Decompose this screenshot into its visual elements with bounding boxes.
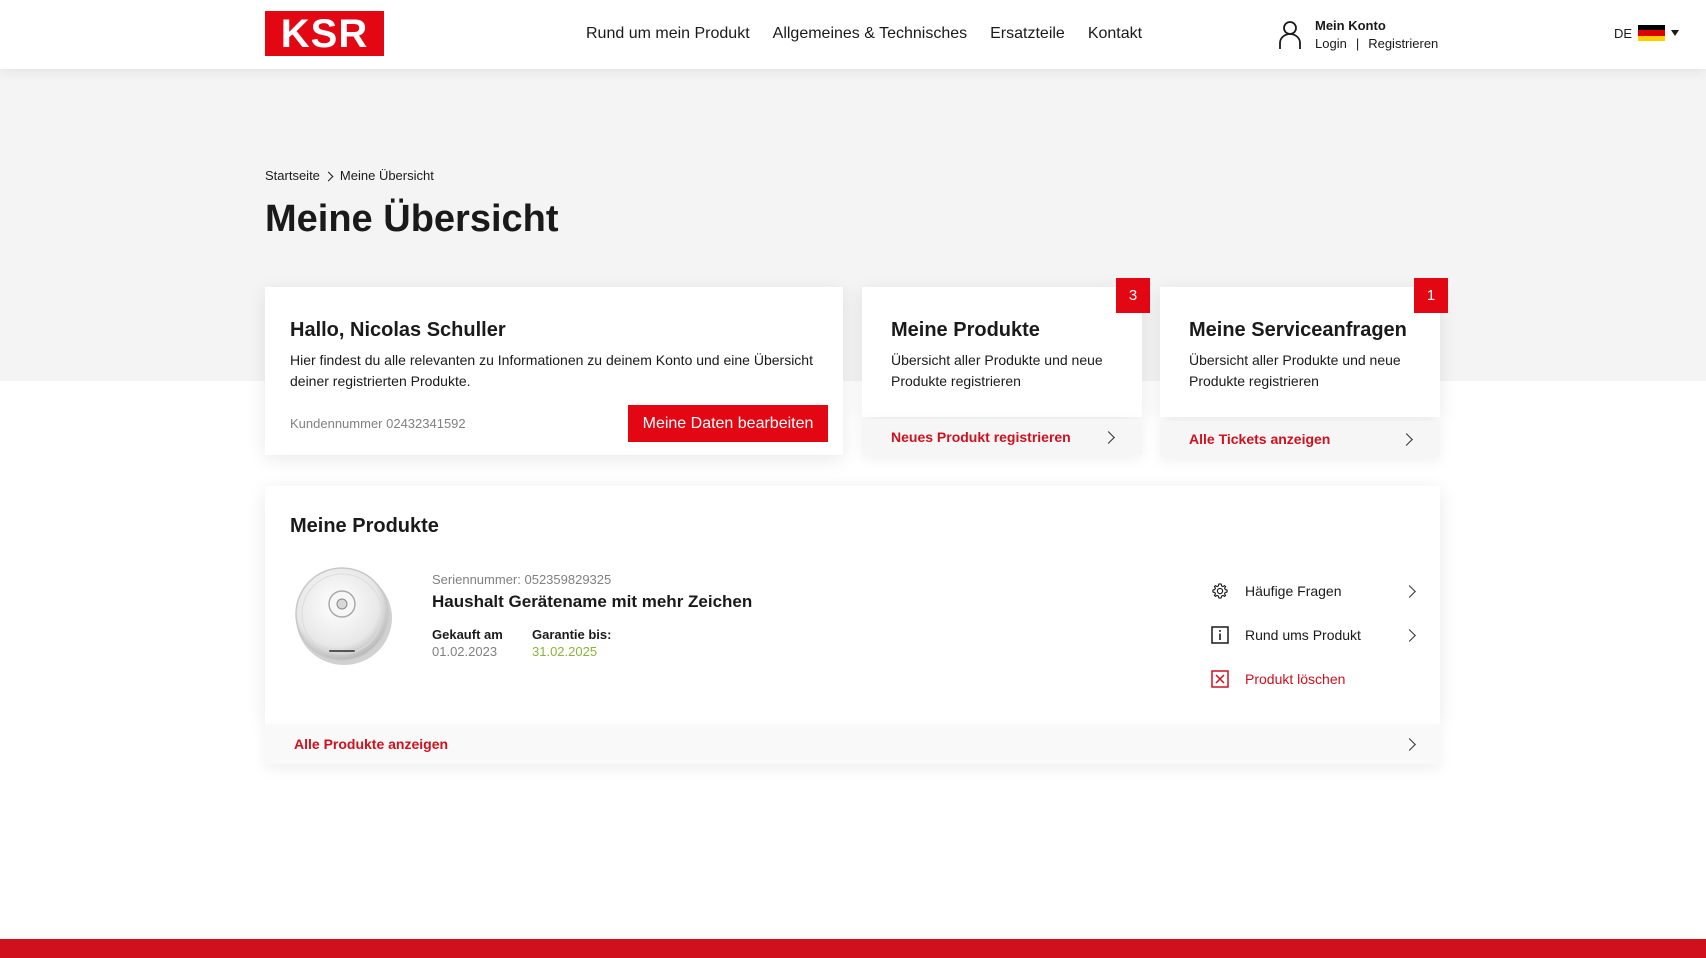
product-name: Haushalt Gerätename mit mehr Zeichen bbox=[432, 592, 753, 611]
register-product-link[interactable]: Neues Produkt registrieren bbox=[891, 429, 1071, 446]
gear-icon bbox=[1210, 581, 1230, 601]
faq-label: Häufige Fragen bbox=[1245, 583, 1342, 599]
nav-item-kontakt[interactable]: Kontakt bbox=[1088, 24, 1142, 44]
product-serial-number: Seriennummer: 052359829325 bbox=[432, 572, 612, 587]
chevron-right-icon bbox=[323, 171, 334, 181]
account-title: Mein Konto bbox=[1315, 18, 1386, 33]
product-info-action[interactable]: Rund ums Produkt bbox=[1210, 624, 1420, 646]
ksr-logo[interactable]: KSR bbox=[265, 11, 384, 56]
service-requests-card[interactable]: Meine Serviceanfragen Übersicht aller Pr… bbox=[1160, 287, 1440, 417]
main-navigation: Rund um mein Produkt Allgemeines & Techn… bbox=[586, 24, 1165, 44]
user-icon[interactable] bbox=[1278, 19, 1302, 51]
warranty-date: 31.02.2025 bbox=[532, 644, 598, 659]
account-separator: | bbox=[1355, 36, 1360, 51]
breadcrumb-home[interactable]: Startseite bbox=[265, 168, 320, 184]
faq-action[interactable]: Häufige Fragen bbox=[1210, 580, 1420, 602]
delete-product-action[interactable]: Produkt löschen bbox=[1210, 668, 1420, 690]
robot-vacuum-image bbox=[295, 567, 392, 665]
delete-icon bbox=[1210, 669, 1230, 689]
delete-product-label: Produkt löschen bbox=[1245, 671, 1346, 687]
chevron-right-icon bbox=[1102, 431, 1115, 444]
all-products-link[interactable]: Alle Produkte anzeigen bbox=[294, 736, 448, 753]
login-link[interactable]: Login bbox=[1315, 36, 1347, 51]
service-card-footer[interactable]: Alle Tickets anzeigen bbox=[1160, 421, 1440, 457]
language-code: DE bbox=[1614, 25, 1633, 41]
product-info-label: Rund ums Produkt bbox=[1245, 627, 1361, 643]
all-tickets-link[interactable]: Alle Tickets anzeigen bbox=[1189, 431, 1330, 448]
footer-band bbox=[0, 939, 1706, 958]
products-card-footer[interactable]: Neues Produkt registrieren bbox=[862, 419, 1142, 455]
account-links: Login | Registrieren bbox=[1315, 36, 1438, 52]
products-card-description: Übersicht aller Produkte und neue Produk… bbox=[891, 352, 1103, 389]
nav-item-allgemeines-technisches[interactable]: Allgemeines & Technisches bbox=[773, 24, 967, 44]
purchased-date: 01.02.2023 bbox=[432, 644, 498, 659]
flag-germany-icon bbox=[1638, 25, 1666, 41]
edit-data-button[interactable]: Meine Daten bearbeiten bbox=[628, 405, 828, 442]
my-products-footer[interactable]: Alle Produkte anzeigen bbox=[265, 724, 1440, 764]
language-selector[interactable]: DE bbox=[1614, 24, 1680, 42]
account-menu: Mein Konto Login | Registrieren bbox=[1278, 17, 1458, 53]
register-link[interactable]: Registrieren bbox=[1368, 36, 1438, 51]
products-summary-card[interactable]: Meine Produkte Übersicht aller Produkte … bbox=[862, 287, 1142, 417]
info-icon bbox=[1210, 625, 1230, 645]
purchased-label: Gekauft am bbox=[432, 627, 503, 642]
welcome-card: Hallo, Nicolas Schuller Hier findest du … bbox=[265, 287, 843, 455]
page-background-band bbox=[0, 69, 1706, 381]
chevron-down-icon bbox=[1671, 30, 1680, 36]
logo-text: KSR bbox=[280, 11, 369, 56]
service-count-badge: 1 bbox=[1414, 278, 1448, 313]
warranty-label: Garantie bis: bbox=[532, 627, 612, 642]
service-card-description: Übersicht aller Produkte und neue Produk… bbox=[1189, 352, 1401, 389]
site-header: KSR Rund um mein Produkt Allgemeines & T… bbox=[0, 0, 1706, 69]
products-count-badge: 3 bbox=[1116, 278, 1150, 313]
chevron-right-icon bbox=[1403, 629, 1416, 642]
welcome-description: Hier findest du alle relevanten zu Infor… bbox=[290, 352, 813, 389]
customer-number: Kundennummer 02432341592 bbox=[290, 416, 466, 431]
welcome-title: Hallo, Nicolas Schuller bbox=[290, 319, 506, 341]
breadcrumb: Startseite Meine Übersicht bbox=[265, 168, 434, 184]
service-card-title: Meine Serviceanfragen bbox=[1189, 319, 1407, 341]
nav-item-rund-um-mein-produkt[interactable]: Rund um mein Produkt bbox=[586, 24, 750, 44]
chevron-right-icon bbox=[1403, 738, 1416, 751]
nav-item-ersatzteile[interactable]: Ersatzteile bbox=[990, 24, 1065, 44]
chevron-right-icon bbox=[1403, 585, 1416, 598]
my-products-title: Meine Produkte bbox=[290, 515, 439, 537]
breadcrumb-current: Meine Übersicht bbox=[339, 168, 434, 183]
my-products-section: Meine Produkte Seriennummer: 05235982932… bbox=[265, 486, 1440, 724]
products-card-title: Meine Produkte bbox=[891, 319, 1040, 341]
page-title: Meine Übersicht bbox=[265, 198, 559, 240]
chevron-right-icon bbox=[1400, 433, 1413, 446]
